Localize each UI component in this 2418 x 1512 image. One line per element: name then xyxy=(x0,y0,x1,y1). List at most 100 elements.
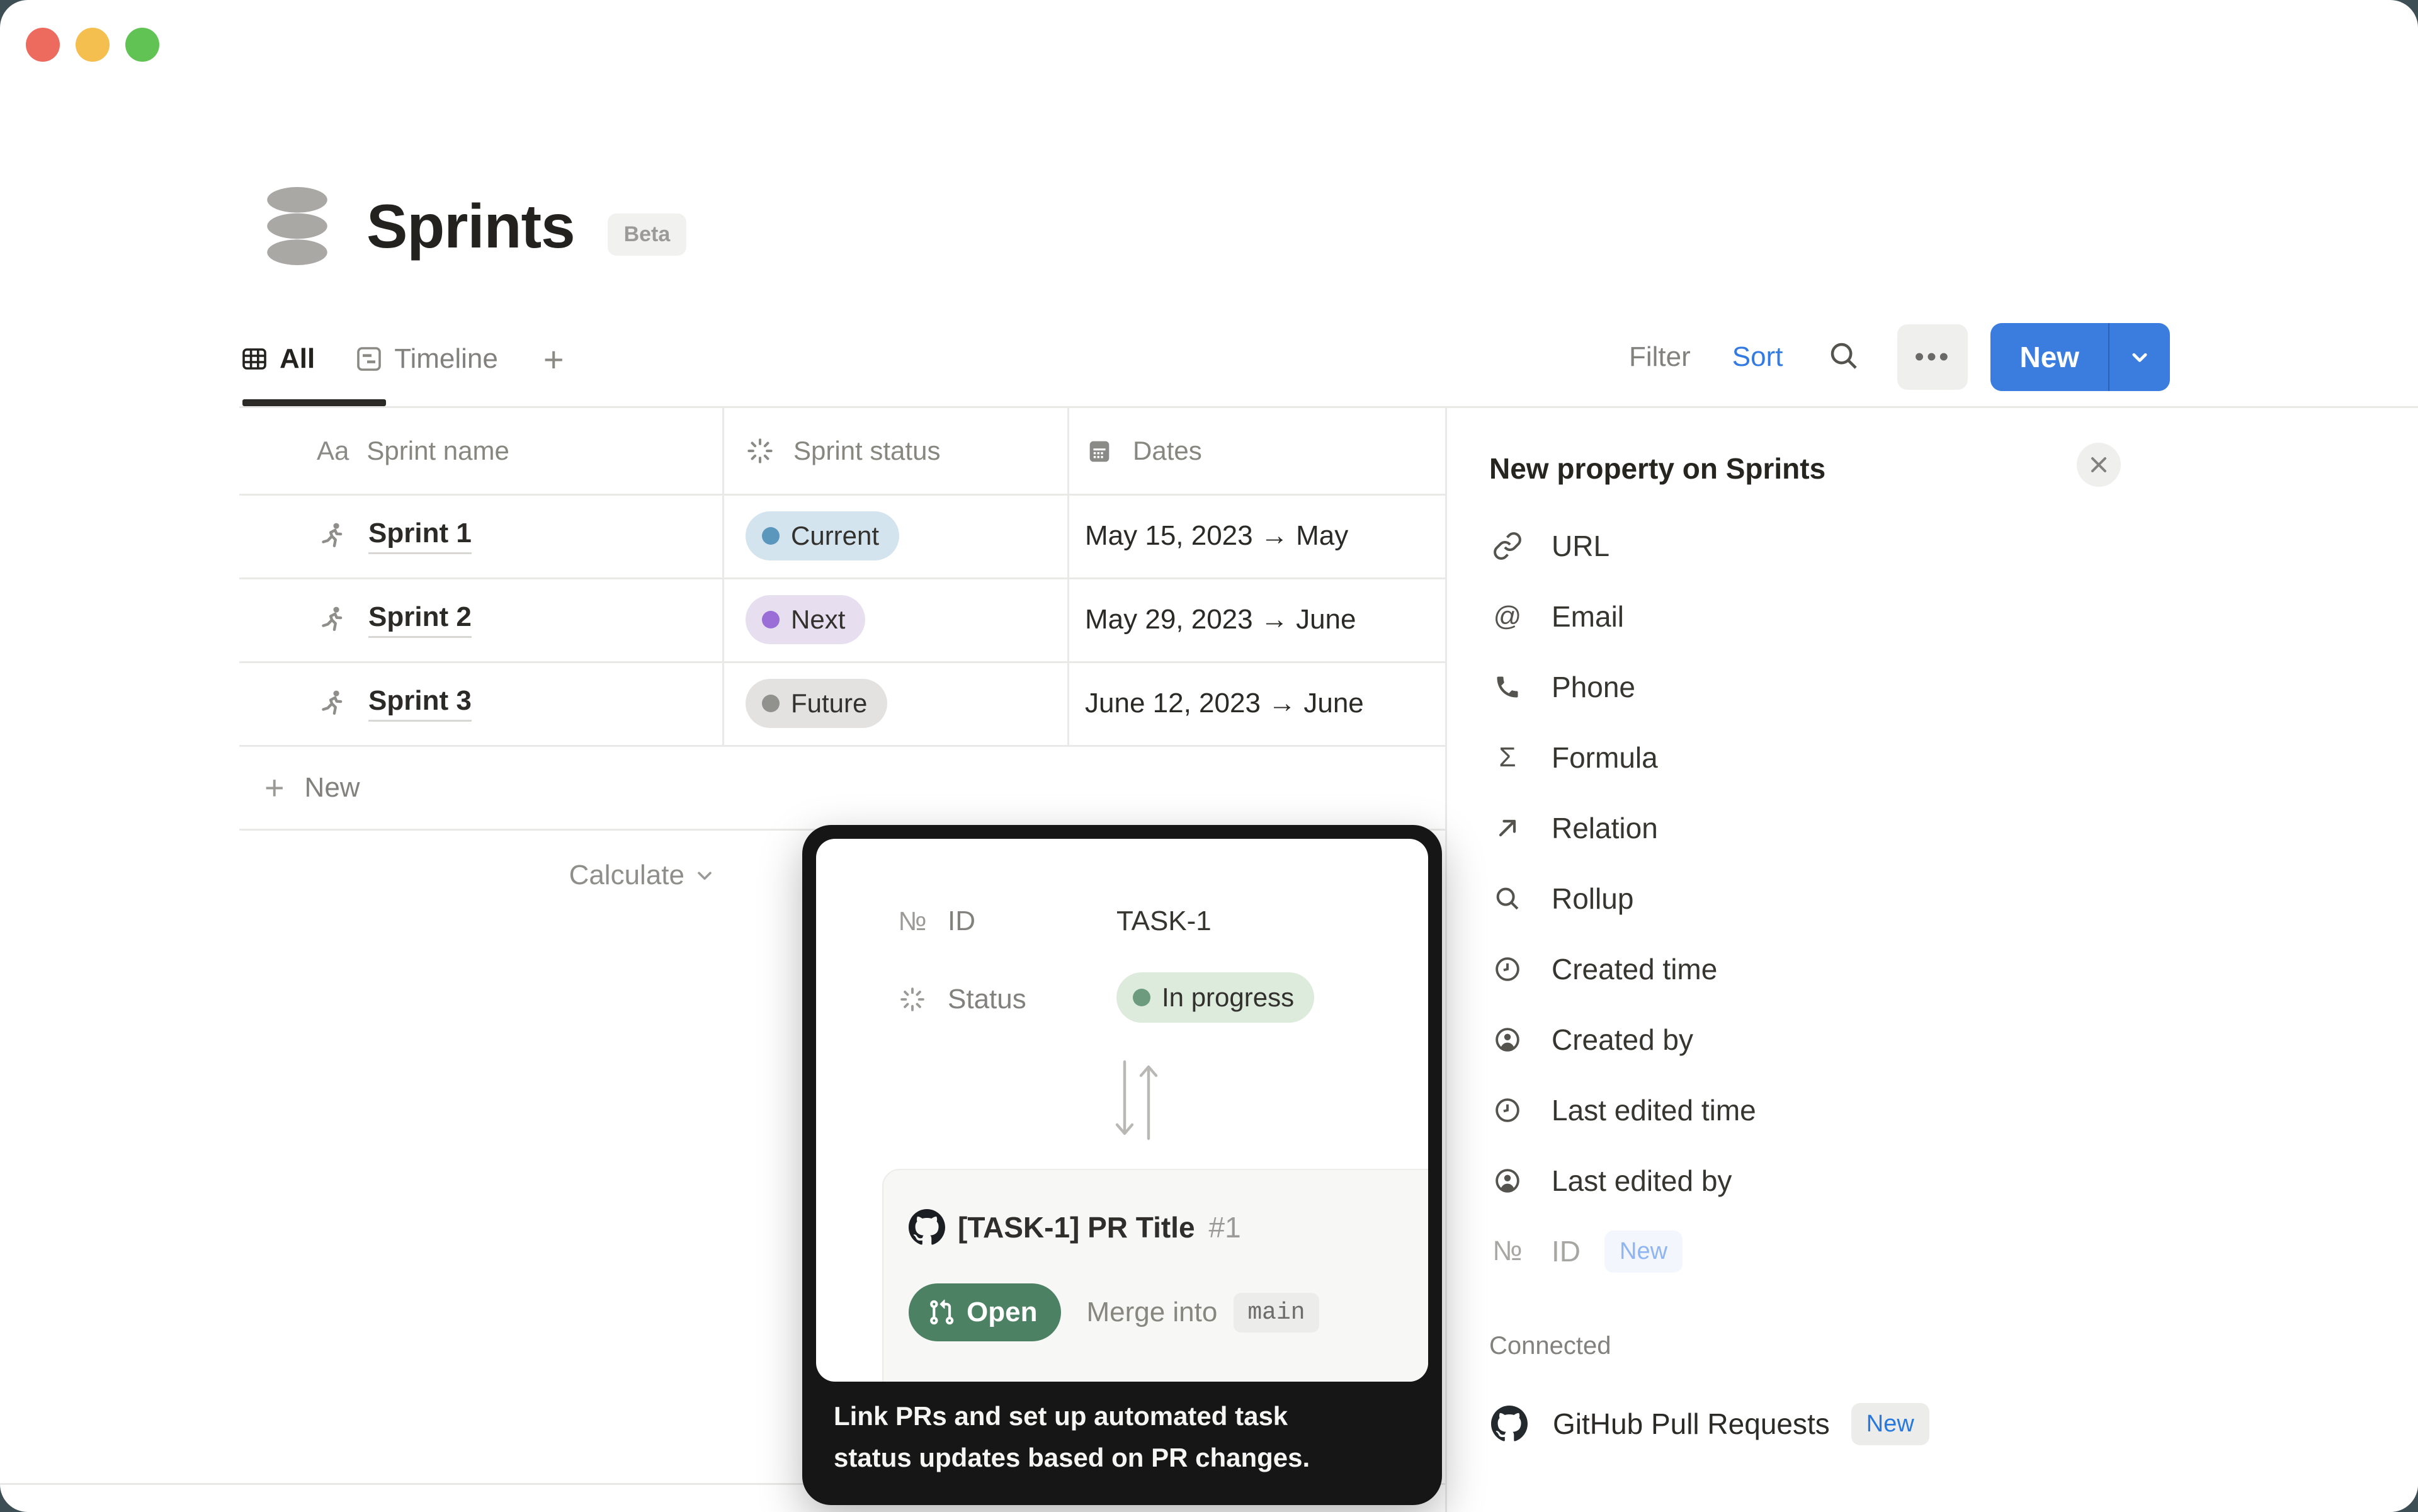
tooltip-caption: Link PRs and set up automated task statu… xyxy=(834,1395,1419,1479)
column-label: Dates xyxy=(1133,436,1202,466)
arrow-up-right-icon xyxy=(1491,814,1524,842)
github-pr-card: [TASK-1] PR Title #1 Open Merge into mai… xyxy=(882,1169,1428,1382)
pr-state-label: Open xyxy=(967,1297,1037,1328)
table-row[interactable]: Sprint 3 Future June 12, 2023 → June xyxy=(239,661,1445,745)
page-title: Sprints xyxy=(366,191,575,262)
timeline-view-icon xyxy=(354,344,384,374)
property-type-created-by[interactable]: Created by xyxy=(1447,1004,2418,1075)
property-type-email[interactable]: @ Email xyxy=(1447,581,2418,652)
minimize-window-button[interactable] xyxy=(76,28,110,62)
column-divider xyxy=(722,408,724,745)
new-button[interactable]: New xyxy=(1990,323,2108,391)
status-dot xyxy=(1133,989,1150,1006)
property-type-phone[interactable]: Phone xyxy=(1447,652,2418,722)
date-range[interactable]: May 15, 2023 → May xyxy=(1085,520,1348,552)
new-feature-badge: New xyxy=(1604,1231,1683,1273)
clock-icon xyxy=(1491,955,1524,984)
property-type-url[interactable]: URL xyxy=(1447,511,2418,581)
github-icon xyxy=(1491,1406,1528,1442)
property-label: Last edited by xyxy=(1552,1164,1732,1198)
more-options-button[interactable]: ••• xyxy=(1897,324,1968,390)
sprint-name-link[interactable]: Sprint 2 xyxy=(368,601,472,638)
tooltip-preview: № ID TASK-1 Status In progress xyxy=(816,839,1428,1382)
table-row[interactable]: Sprint 1 Current May 15, 2023 → May xyxy=(239,494,1445,577)
beta-badge: Beta xyxy=(608,213,687,256)
calculate-label: Calculate xyxy=(569,860,684,891)
add-row-button[interactable]: + New xyxy=(239,747,1445,829)
new-feature-badge: New xyxy=(1851,1403,1929,1445)
status-spinner-icon xyxy=(896,986,929,1013)
status-dot xyxy=(762,611,780,628)
runner-icon xyxy=(317,604,348,635)
column-divider xyxy=(1067,408,1069,745)
table-header: Aa Sprint name Sprint status xyxy=(239,408,1445,494)
property-label: Email xyxy=(1552,600,1624,634)
property-label: Phone xyxy=(1552,670,1635,704)
calendar-icon xyxy=(1085,436,1114,465)
status-property-row: Status xyxy=(896,972,1026,1026)
property-label: Created by xyxy=(1552,1023,1693,1057)
date-range[interactable]: May 29, 2023 → June xyxy=(1085,604,1356,635)
numero-icon: № xyxy=(896,906,929,936)
status-pill[interactable]: Next xyxy=(746,595,865,644)
sort-button[interactable]: Sort xyxy=(1732,341,1783,373)
column-header-sprint-name[interactable]: Aa Sprint name xyxy=(239,436,722,466)
status-dot xyxy=(762,695,780,712)
numero-icon: № xyxy=(1491,1236,1524,1267)
date-range[interactable]: June 12, 2023 → June xyxy=(1085,688,1364,719)
status-property-value: In progress xyxy=(1116,970,1314,1025)
integration-label: GitHub Pull Requests xyxy=(1553,1407,1830,1441)
property-type-formula[interactable]: Σ Formula xyxy=(1447,722,2418,793)
tab-timeline[interactable]: Timeline xyxy=(354,343,498,375)
panel-close-button[interactable] xyxy=(2077,443,2121,487)
row-divider xyxy=(239,494,1445,496)
active-tab-underline xyxy=(242,399,386,406)
panel-title: New property on Sprints xyxy=(1489,452,1825,486)
runner-icon xyxy=(317,688,348,719)
property-type-last-edited-by[interactable]: Last edited by xyxy=(1447,1145,2418,1216)
connected-github-pull-requests[interactable]: GitHub Pull Requests New xyxy=(1447,1387,2418,1460)
pr-number: #1 xyxy=(1209,1210,1241,1244)
plus-icon: + xyxy=(264,768,285,807)
search-button[interactable] xyxy=(1827,339,1861,376)
table-row[interactable]: Sprint 2 Next May 29, 2023 → June xyxy=(239,577,1445,661)
add-view-button[interactable]: + xyxy=(543,339,564,380)
tab-all-label: All xyxy=(280,343,315,375)
sprint-name-link[interactable]: Sprint 3 xyxy=(368,685,472,722)
property-type-created-time[interactable]: Created time xyxy=(1447,934,2418,1004)
filter-button[interactable]: Filter xyxy=(1629,341,1691,373)
sprint-name-link[interactable]: Sprint 1 xyxy=(368,518,472,554)
id-property-label: ID xyxy=(948,906,975,937)
github-icon xyxy=(909,1209,945,1246)
clock-icon xyxy=(1491,1096,1524,1125)
close-icon xyxy=(2086,452,2111,477)
calculate-button[interactable]: Calculate xyxy=(239,838,722,913)
new-dropdown-button[interactable] xyxy=(2109,323,2170,391)
pr-open-badge: Open xyxy=(909,1283,1061,1341)
zoom-window-button[interactable] xyxy=(125,28,159,62)
property-label: Rollup xyxy=(1552,882,1633,916)
close-window-button[interactable] xyxy=(26,28,60,62)
property-type-relation[interactable]: Relation xyxy=(1447,793,2418,863)
column-header-sprint-status[interactable]: Sprint status xyxy=(722,436,1067,466)
person-circle-icon xyxy=(1491,1025,1524,1054)
property-label: Last edited time xyxy=(1552,1093,1756,1127)
search-icon xyxy=(1827,339,1861,373)
id-property-value: TASK-1 xyxy=(1116,899,1212,943)
property-type-rollup[interactable]: Rollup xyxy=(1447,863,2418,934)
status-dot xyxy=(762,527,780,545)
pr-title: [TASK-1] PR Title xyxy=(958,1210,1195,1244)
connected-section-label: Connected xyxy=(1489,1332,1611,1360)
property-type-id[interactable]: № ID New xyxy=(1447,1216,2418,1287)
merge-into-label: Merge into xyxy=(1086,1297,1217,1328)
sync-arrows-icon xyxy=(1107,1059,1170,1141)
status-pill[interactable]: Future xyxy=(746,679,887,728)
github-integration-tooltip-card: № ID TASK-1 Status In progress xyxy=(802,825,1442,1505)
tab-all[interactable]: All xyxy=(239,343,315,375)
window-controls xyxy=(26,28,159,62)
table-view-icon xyxy=(239,344,270,374)
property-type-last-edited-time[interactable]: Last edited time xyxy=(1447,1075,2418,1145)
at-icon: @ xyxy=(1491,601,1524,632)
column-header-dates[interactable]: Dates xyxy=(1067,436,1445,466)
status-pill[interactable]: Current xyxy=(746,511,899,560)
